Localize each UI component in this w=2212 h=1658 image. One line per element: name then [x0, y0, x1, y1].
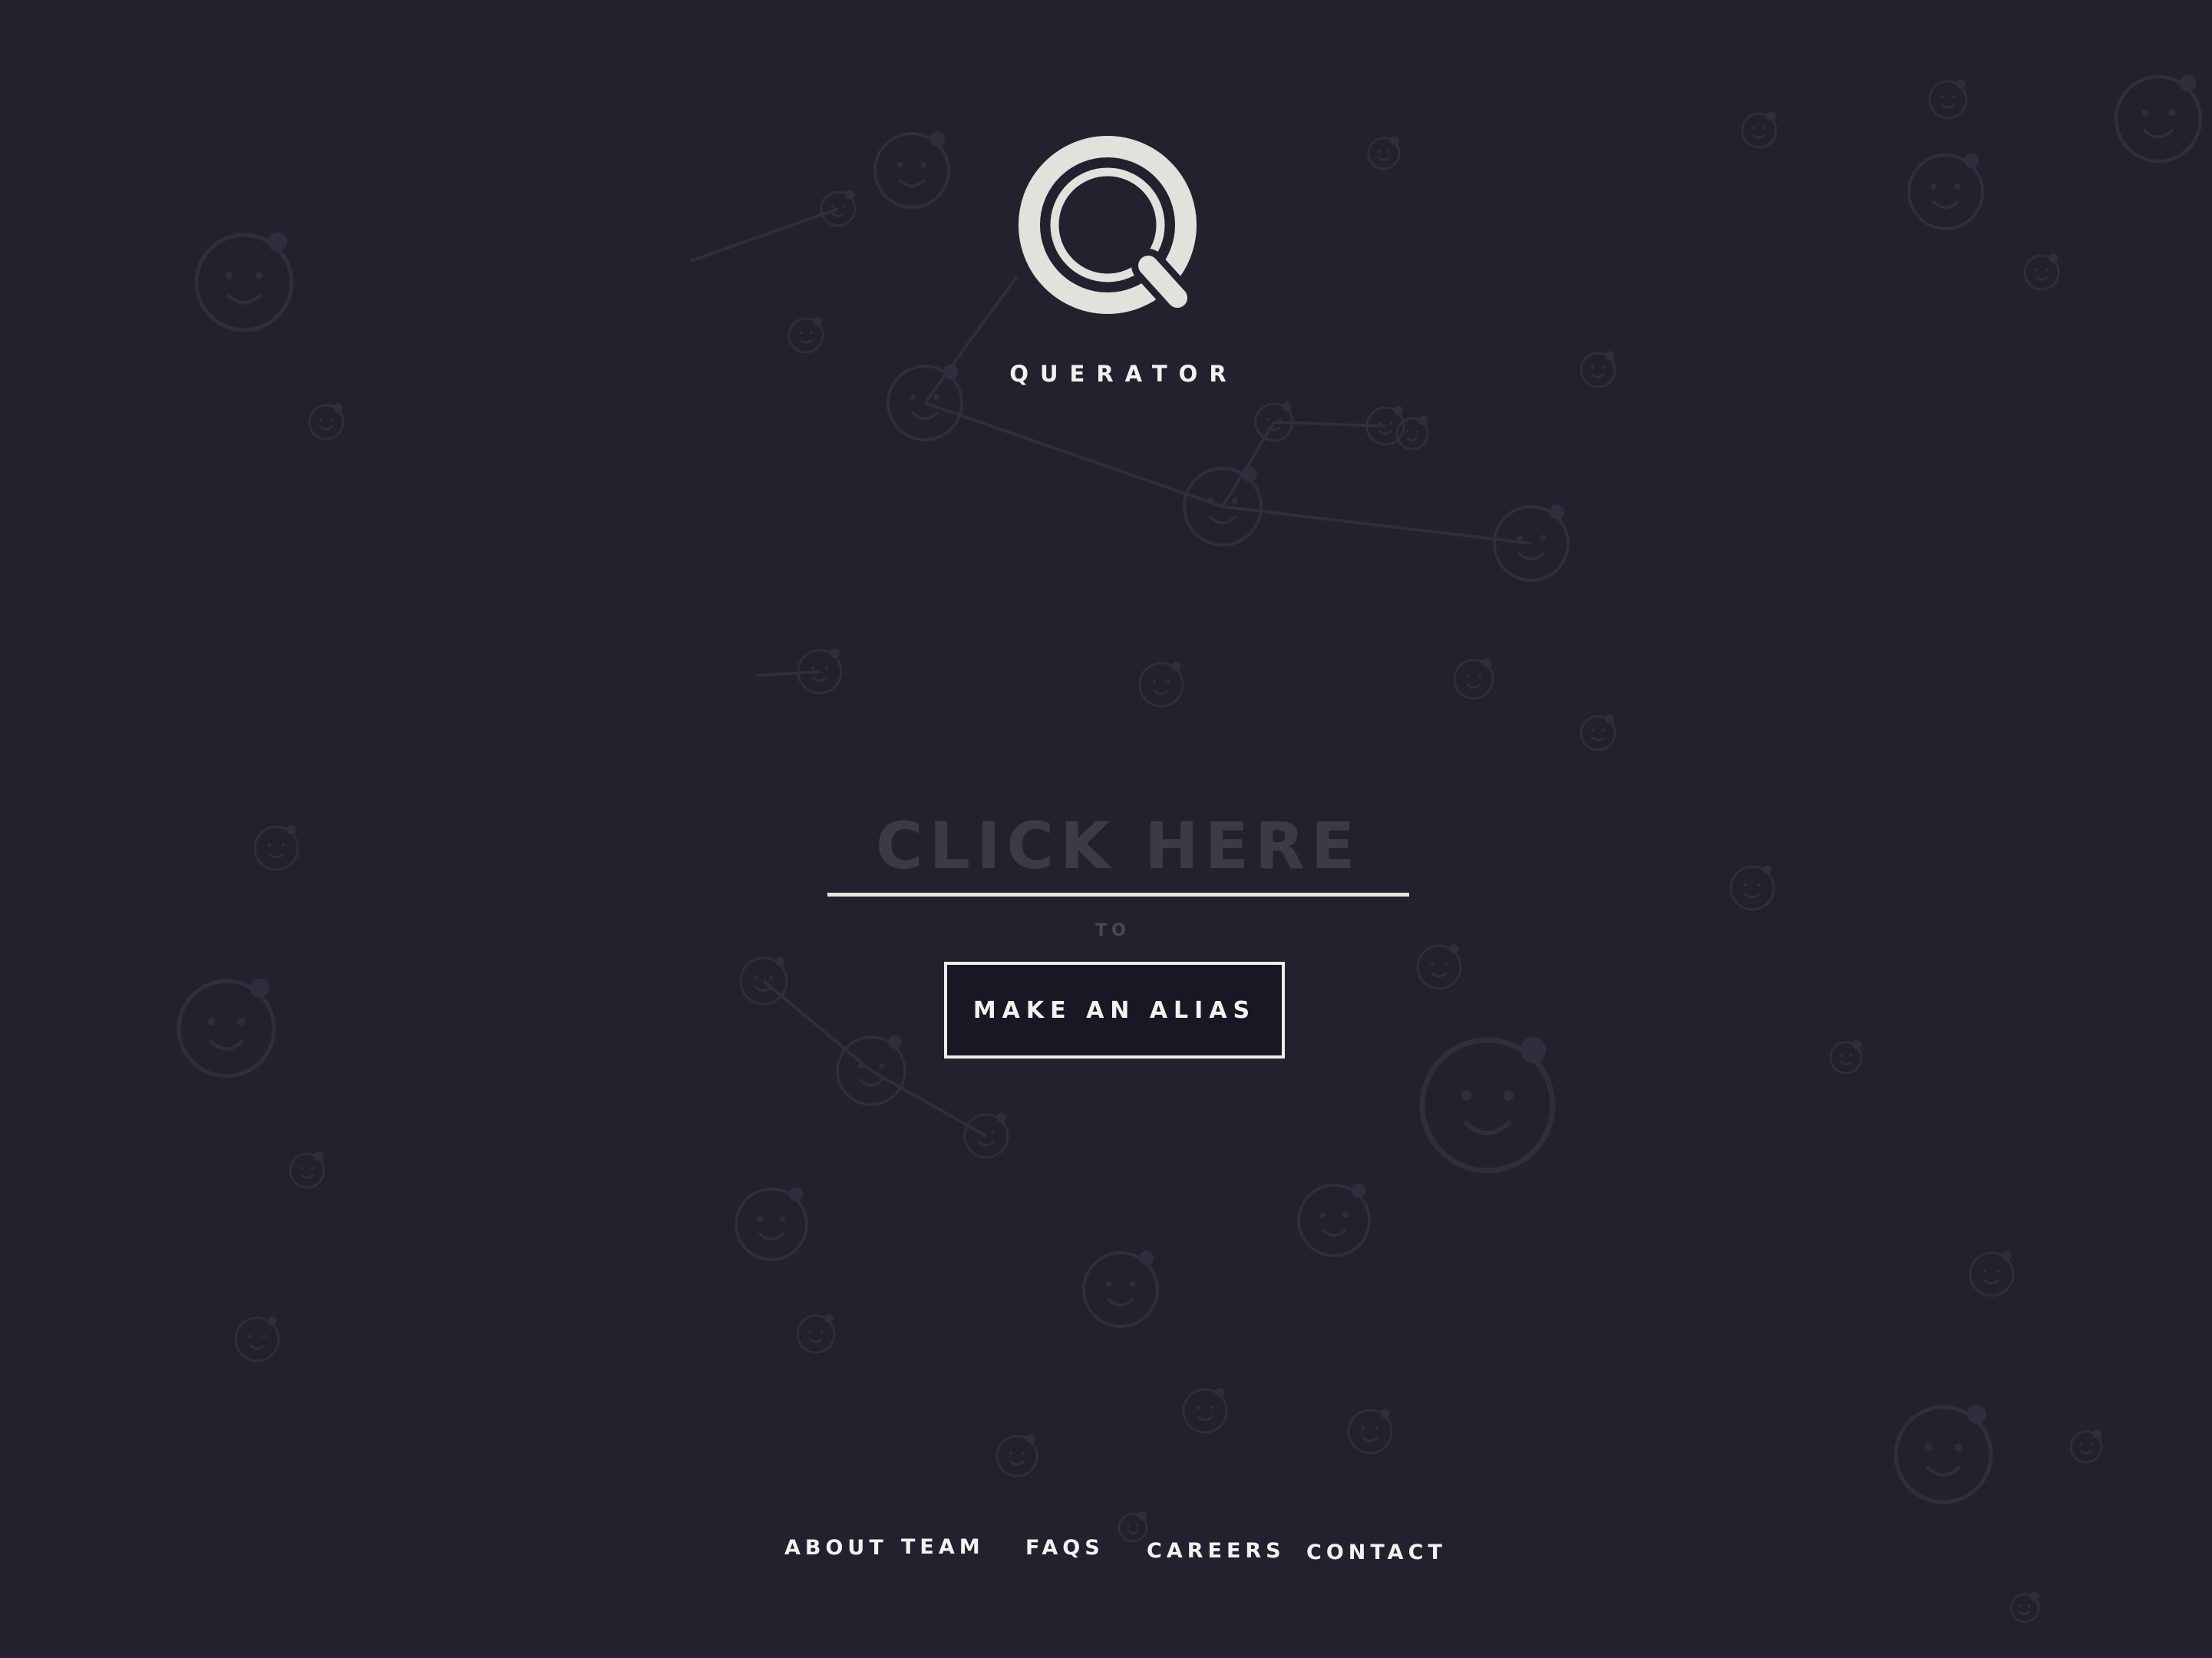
- footer-link-about[interactable]: ABOUT: [784, 1536, 888, 1560]
- doodle-face-icon: [1297, 1183, 1371, 1257]
- querator-logo-icon: [1019, 136, 1197, 315]
- doodle-face-icon: [820, 190, 857, 227]
- doodle-face-icon: [177, 978, 276, 1078]
- doodle-link: [1222, 505, 1532, 545]
- doodle-face-icon: [308, 403, 345, 441]
- doodle-face-icon: [995, 1434, 1038, 1478]
- doodle-face-icon: [1082, 1250, 1159, 1328]
- doodle-face-icon: [194, 232, 294, 332]
- footer-link-careers[interactable]: CAREERS: [1147, 1539, 1286, 1563]
- connector-label: TO: [1095, 921, 1131, 940]
- doodle-face-icon: [1829, 1040, 1863, 1075]
- make-alias-button[interactable]: MAKE AN ALIAS: [944, 962, 1285, 1059]
- doodle-face-icon: [1928, 79, 1968, 120]
- footer-link-contact[interactable]: CONTACT: [1306, 1541, 1447, 1564]
- doodle-face-icon: [289, 1151, 325, 1189]
- doodle-face-icon: [1741, 111, 1778, 149]
- doodle-face-icon: [787, 316, 824, 354]
- doodle-face-icon: [1416, 944, 1462, 990]
- brand-name: QUERATOR: [1009, 361, 1238, 387]
- footer-nav: ABOUT TEAM FAQS CAREERS CONTACT: [768, 1535, 1443, 1581]
- doodle-face-icon: [2069, 1429, 2103, 1464]
- doodle-face-icon: [1419, 1036, 1556, 1174]
- footer-link-team[interactable]: TEAM: [901, 1535, 985, 1559]
- doodle-link: [870, 1069, 987, 1138]
- doodle-face-icon: [1347, 1409, 1393, 1455]
- doodle-face-icon: [873, 131, 950, 209]
- doodle-link: [755, 670, 820, 677]
- doodle-face-icon: [797, 649, 843, 695]
- doodle-face-icon: [2114, 74, 2203, 163]
- doodle-link: [762, 979, 873, 1072]
- doodle-face-icon: [1969, 1251, 2015, 1297]
- doodle-face-icon: [1367, 136, 1401, 170]
- doodle-link: [1221, 421, 1276, 508]
- doodle-face-icon: [1138, 662, 1184, 708]
- doodle-face-icon: [253, 825, 299, 871]
- doodle-face-icon: [1182, 1388, 1228, 1434]
- doodle-face-icon: [735, 1187, 808, 1261]
- alias-input[interactable]: [827, 798, 1409, 897]
- doodle-link: [924, 401, 1223, 508]
- doodle-face-icon: [796, 1313, 836, 1354]
- footer-link-faqs[interactable]: FAQS: [1025, 1536, 1104, 1560]
- doodle-face-icon: [234, 1316, 280, 1362]
- doodle-face-icon: [1907, 153, 1984, 230]
- doodle-face-icon: [1580, 351, 1616, 388]
- doodle-face-icon: [739, 956, 788, 1006]
- doodle-link: [1273, 421, 1386, 428]
- doodle-face-icon: [2023, 253, 2060, 291]
- doodle-face-icon: [2009, 1591, 2040, 1623]
- doodle-face-icon: [1729, 865, 1775, 911]
- doodle-link: [690, 207, 839, 263]
- doodle-face-icon: [1893, 1404, 1993, 1504]
- doodle-face-icon: [1453, 658, 1494, 700]
- doodle-face-icon: [1580, 714, 1616, 751]
